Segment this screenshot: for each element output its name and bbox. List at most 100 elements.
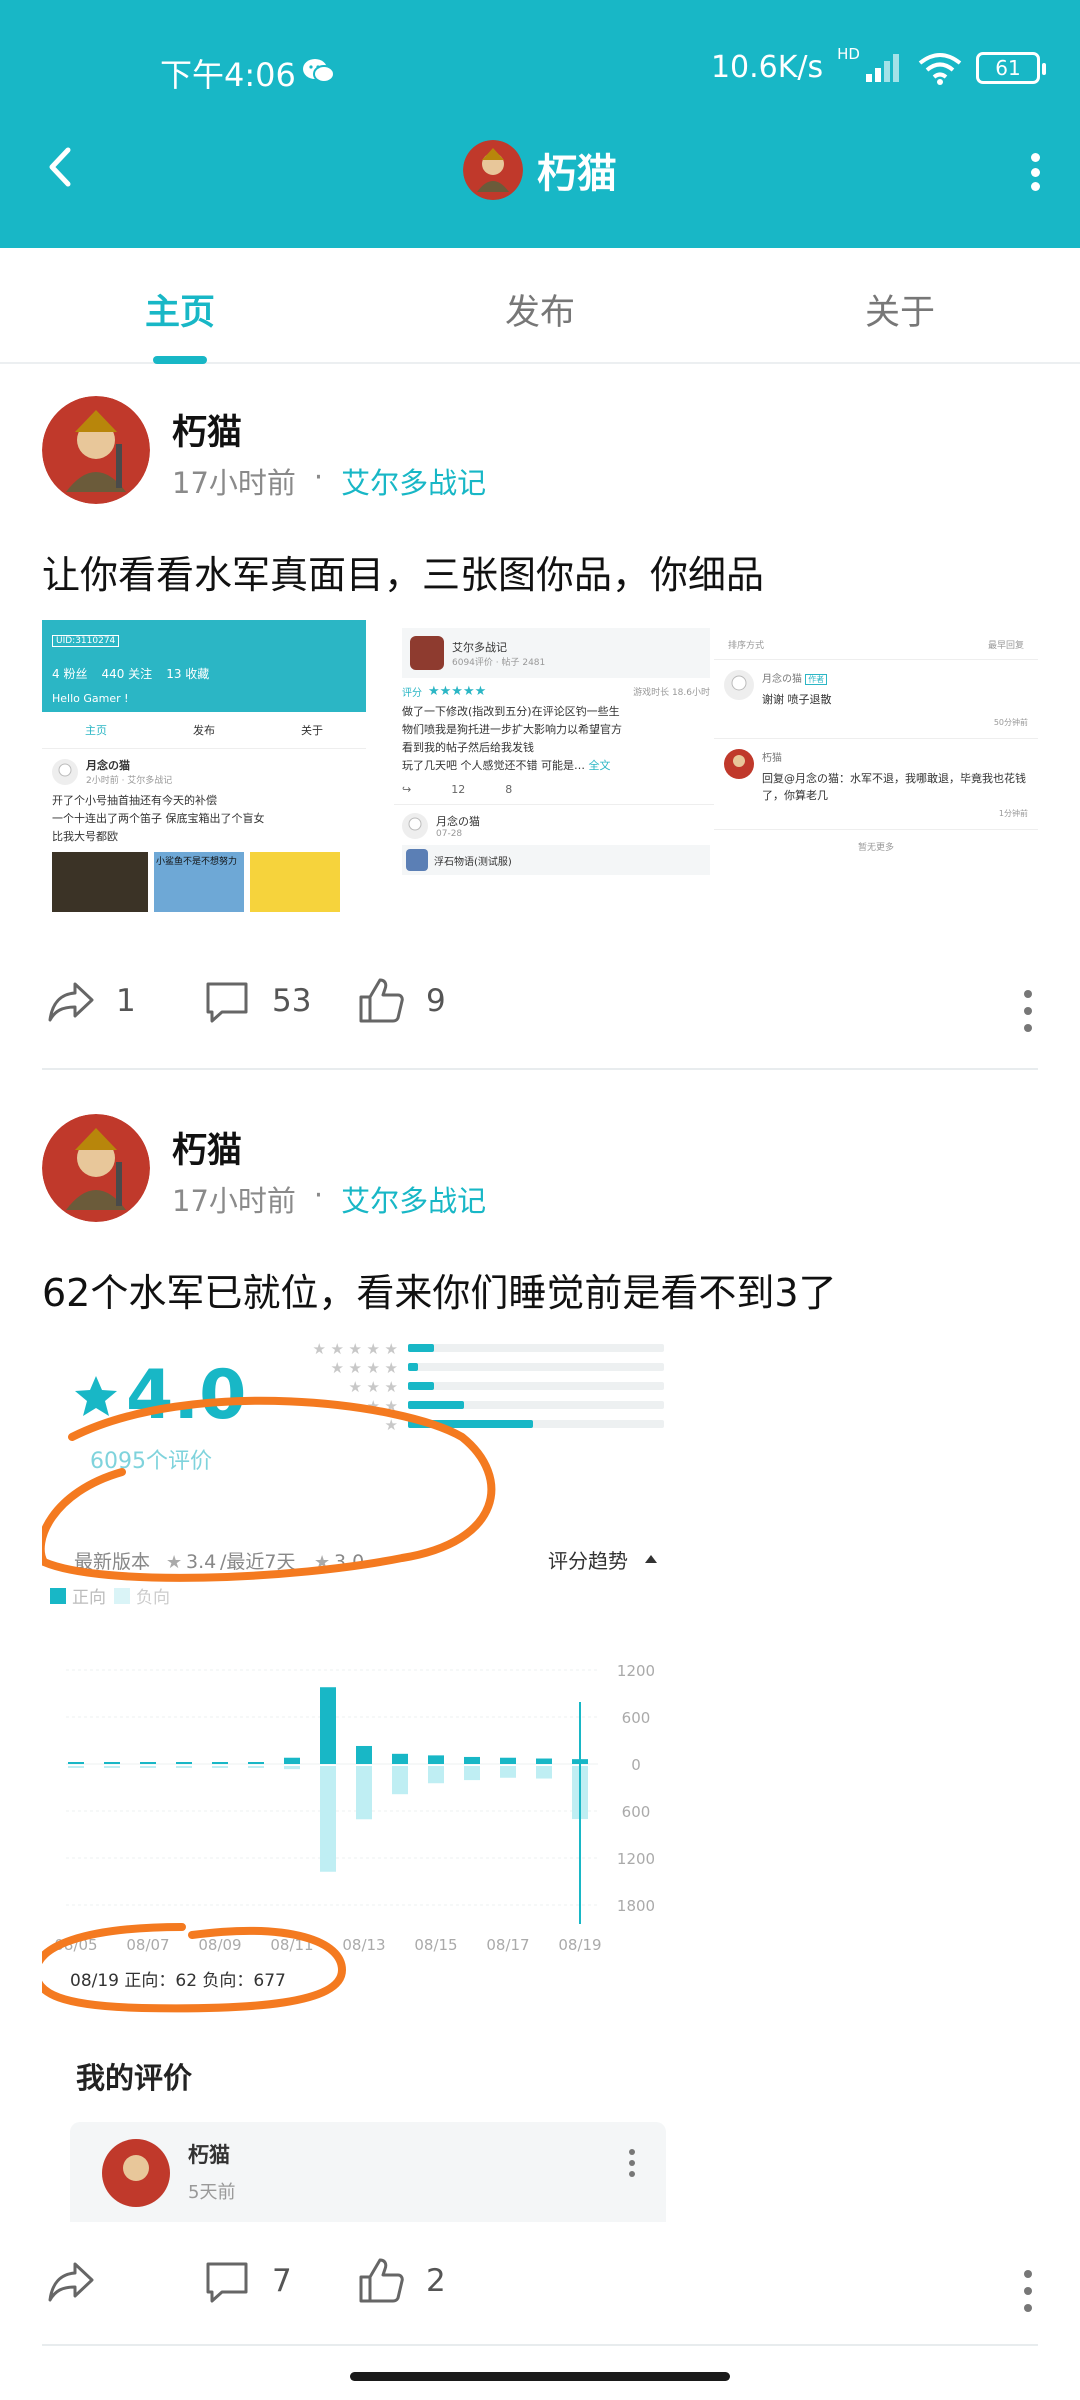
rating-row-star-icon: ★ xyxy=(331,1359,344,1377)
negative-bar xyxy=(284,1766,300,1770)
positive-bar xyxy=(284,1757,300,1764)
comment-button[interactable]: 7 xyxy=(202,2256,292,2306)
mini-c2-time: 1分钟前 xyxy=(998,809,1028,818)
rating-bar-track xyxy=(408,1382,664,1390)
my-review-more-icon[interactable] xyxy=(629,2149,635,2177)
rating-screenshot-svg: 4.0 6095个评价 ★★★★★★★★★★★★★★★ 最新版本 ★ 3.4 /… xyxy=(42,1340,666,2222)
mini-tab-home: 主页 xyxy=(85,724,107,737)
y-tick-label: 600 xyxy=(622,1709,651,1727)
share-button[interactable] xyxy=(46,2256,116,2306)
mini-image-pikachu xyxy=(250,852,340,912)
post-divider xyxy=(42,1068,1038,1070)
post-text[interactable]: 让你看看水军真面目，三张图你品，你细品 xyxy=(42,544,764,599)
header-title-group: 朽猫 xyxy=(0,140,1080,200)
avatar[interactable] xyxy=(42,396,150,504)
greeting-text: Hello Gamer ! xyxy=(52,692,129,705)
mini-avatar xyxy=(52,758,78,785)
rating-row-star-icon: ★ xyxy=(367,1359,380,1377)
share-icon xyxy=(48,2262,94,2302)
latest-version-score: 3.4 xyxy=(186,1551,216,1573)
header-avatar[interactable] xyxy=(463,140,523,200)
mini-line-1: 开了个小号抽首抽还有今天的补偿 xyxy=(52,794,217,807)
x-tick-label: 08/07 xyxy=(126,1936,169,1954)
x-tick-label: 08/17 xyxy=(486,1936,529,1954)
share-button[interactable]: 1 xyxy=(46,976,136,1026)
mini-c1-user: 月念の猫 xyxy=(762,674,802,685)
rating-trend-toggle[interactable]: 评分趋势 xyxy=(548,1549,628,1573)
x-tick-label: 08/15 xyxy=(414,1936,457,1954)
mini-play-time: 游戏时长 18.6小时 xyxy=(633,688,710,698)
mini-comment-count: 12 xyxy=(451,783,466,796)
rating-row-star-icon: ★ xyxy=(349,1359,362,1377)
negative-bar xyxy=(464,1766,480,1781)
comment-button[interactable]: 53 xyxy=(202,976,311,1026)
more-options-button[interactable] xyxy=(1020,145,1050,199)
positive-bar xyxy=(248,1762,264,1764)
legend-positive-swatch xyxy=(50,1588,66,1604)
y-tick-label: 0 xyxy=(631,1756,641,1774)
comment-icon xyxy=(206,982,248,1023)
avatar[interactable] xyxy=(42,1114,150,1222)
positive-bar xyxy=(356,1745,372,1764)
post-time: 17小时前 xyxy=(172,1184,296,1218)
mini-c1-time: 50分钟前 xyxy=(993,718,1028,727)
like-button[interactable]: 9 xyxy=(356,976,446,1026)
top-app-bar: 下午4:06 10.6K/s HD 61 朽猫 xyxy=(0,0,1080,248)
mini-five-stars: ★★★★★ xyxy=(428,684,487,699)
rating-distribution: ★★★★★★★★★★★★★★★ xyxy=(313,1340,664,1434)
y-tick-label: 1200 xyxy=(617,1662,655,1680)
author-name[interactable]: 朽猫 xyxy=(172,1122,242,1173)
mini-comment-avatar xyxy=(724,670,754,700)
positive-bar xyxy=(140,1762,156,1764)
mini-full-link: 全文 xyxy=(588,759,611,772)
negative-bar xyxy=(356,1766,372,1820)
my-review-time: 5天前 xyxy=(188,2182,235,2203)
like-count: 9 xyxy=(426,983,446,1019)
mini-avatar-2 xyxy=(402,813,428,839)
tab-home[interactable]: 主页 xyxy=(0,248,360,362)
game-tag[interactable]: 艾尔多战记 xyxy=(341,460,486,502)
y-tick-label: 600 xyxy=(622,1803,651,1821)
wechat-icon xyxy=(303,59,335,83)
signal-icon xyxy=(866,53,899,82)
legend-positive-label: 正向 xyxy=(72,1588,106,1608)
thumbs-up-icon xyxy=(359,978,404,1023)
rating-row-star-icon: ★ xyxy=(331,1340,344,1358)
mini-share-icon: ↪ xyxy=(402,783,412,796)
positive-bar xyxy=(536,1758,552,1764)
rating-bar-track xyxy=(408,1363,664,1371)
rating-row-star-icon: ★ xyxy=(349,1340,362,1358)
tab-about[interactable]: 关于 xyxy=(720,248,1080,362)
rating-row-star-icon: ★ xyxy=(367,1340,380,1358)
trend-chart: 120060006001200180008/05 08/07 08/09 08/11 0… xyxy=(54,1662,655,1954)
tab-posts[interactable]: 发布 xyxy=(360,248,720,362)
post-more-button[interactable] xyxy=(1024,2270,1034,2312)
meta-separator: · xyxy=(313,460,324,494)
positive-bar xyxy=(500,1757,516,1764)
mini-user: 月念の猫 xyxy=(86,759,130,772)
positive-bar xyxy=(392,1753,408,1764)
rating-row-star-icon: ★ xyxy=(313,1340,326,1358)
x-tick-label: 08/13 xyxy=(342,1936,385,1954)
negative-bar xyxy=(140,1766,156,1768)
like-button[interactable]: 2 xyxy=(356,2256,446,2306)
latest-version-star: ★ xyxy=(166,1552,182,1573)
home-indicator[interactable] xyxy=(350,2372,730,2381)
game-tag[interactable]: 艾尔多战记 xyxy=(341,1178,486,1220)
post-image-1[interactable]: UID:3110274 4 粉丝 440 关注 13 收藏 Hello Game… xyxy=(42,620,366,942)
positive-bar xyxy=(212,1762,228,1764)
negative-bar xyxy=(536,1766,552,1779)
share-icon xyxy=(48,982,94,1022)
mini-review-line-2: 物们喷我是狗托进一步扩大影响力以希望官方 xyxy=(402,723,622,736)
post-text[interactable]: 62个水军已就位，看来你们睡觉前是看不到3了 xyxy=(42,1262,837,1317)
uid-badge: UID:3110274 xyxy=(52,635,120,647)
rating-row-star-icon: ★ xyxy=(385,1378,398,1396)
post-image-rating-screenshot[interactable]: 4.0 6095个评价 ★ ★ ★ ★ ★ ★ ★ ★ ★ ★ ★ ★ ★ ★ ★ 最新版本 ★ 3.4 /… xyxy=(42,1322,682,2222)
mini-game-meta: 6094评价 · 帖子 2481 xyxy=(452,657,546,668)
post-image-3[interactable]: 排序方式 最早回复 月念の猫 作者 谢谢 喷子退散 50分钟前 朽猫 回复@月念… xyxy=(714,620,1038,942)
post-more-button[interactable] xyxy=(1024,990,1034,1032)
rating-bar-track xyxy=(408,1344,664,1352)
mini-review-line-1: 做了一下修改(指改到五分)在评论区钓一些生 xyxy=(402,705,620,718)
author-name[interactable]: 朽猫 xyxy=(172,404,242,455)
post-image-2[interactable]: 艾尔多战记 6094评价 · 帖子 2481 评分 ★★★★★ 游戏时长 18.… xyxy=(394,620,718,942)
